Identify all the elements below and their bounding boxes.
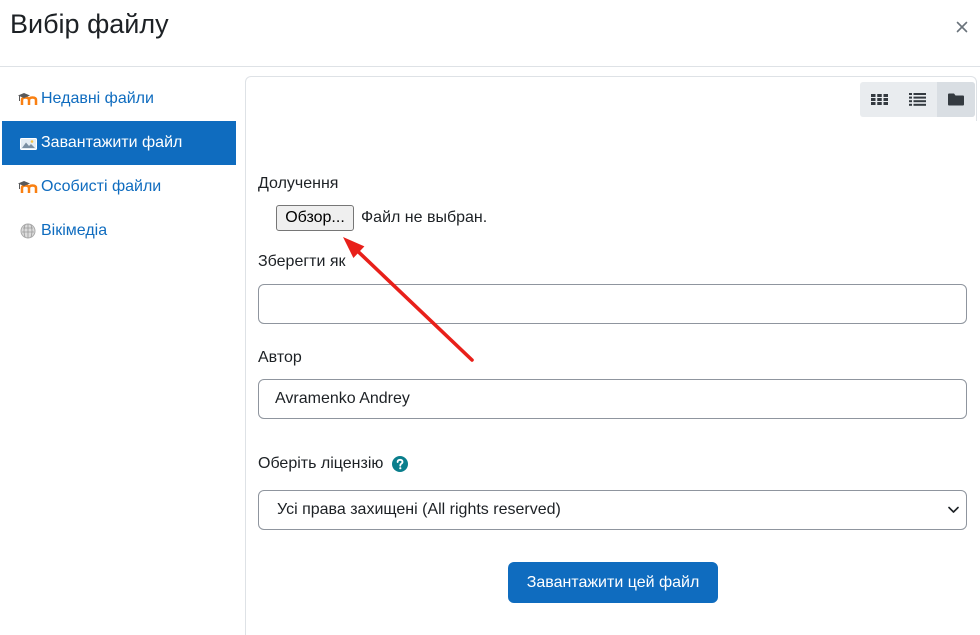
save-as-input[interactable] xyxy=(258,284,967,324)
file-status-text: Файл не выбран. xyxy=(361,209,488,226)
view-switcher xyxy=(860,82,975,117)
wikimedia-icon xyxy=(18,223,38,239)
sidebar-item-wikimedia[interactable]: Вікімедіа xyxy=(2,209,236,253)
upload-image-icon xyxy=(18,135,38,151)
license-select[interactable]: Усі права захищені (All rights reserved) xyxy=(258,490,967,530)
list-view-button[interactable] xyxy=(898,82,936,117)
header-divider xyxy=(0,66,980,67)
grid-view-icon xyxy=(870,94,888,105)
folder-view-icon xyxy=(947,93,964,106)
license-label: Оберіть ліцензію xyxy=(258,455,384,472)
repository-sidebar: Недавні файли Завантажити файл Особисті … xyxy=(2,77,236,253)
grid-view-button[interactable] xyxy=(860,82,898,117)
moodle-icon xyxy=(18,91,38,107)
moodle-icon xyxy=(18,179,38,195)
file-picker-toolbar xyxy=(245,76,977,121)
list-view-icon xyxy=(908,93,926,106)
author-label: Автор xyxy=(258,349,302,366)
sidebar-item-label: Завантажити файл xyxy=(41,134,183,151)
sidebar-item-recent-files[interactable]: Недавні файли xyxy=(2,77,236,121)
sidebar-item-label: Особисті файли xyxy=(41,178,162,195)
license-label-row: Оберіть ліцензію xyxy=(258,454,409,474)
folder-view-button[interactable] xyxy=(936,82,975,117)
attachment-label: Долучення xyxy=(258,175,339,192)
close-icon xyxy=(956,21,968,33)
annotation-arrow-head xyxy=(343,237,365,258)
dialog-title: Вибір файлу xyxy=(10,9,169,39)
browse-button[interactable]: Обзор... xyxy=(276,205,354,231)
save-as-label: Зберегти як xyxy=(258,253,346,270)
license-selected-value: Усі права захищені (All rights reserved) xyxy=(277,501,561,518)
upload-file-button[interactable]: Завантажити цей файл xyxy=(508,562,718,603)
sidebar-item-upload-file[interactable]: Завантажити файл xyxy=(2,121,236,165)
sidebar-item-label: Вікімедіа xyxy=(41,222,108,239)
close-button[interactable] xyxy=(952,17,972,37)
sidebar-item-private-files[interactable]: Особисті файли xyxy=(2,165,236,209)
question-circle-icon[interactable] xyxy=(392,456,409,472)
panel-border xyxy=(245,121,246,635)
chevron-down-icon xyxy=(948,506,959,514)
sidebar-item-label: Недавні файли xyxy=(41,90,154,107)
author-input[interactable] xyxy=(258,379,967,419)
